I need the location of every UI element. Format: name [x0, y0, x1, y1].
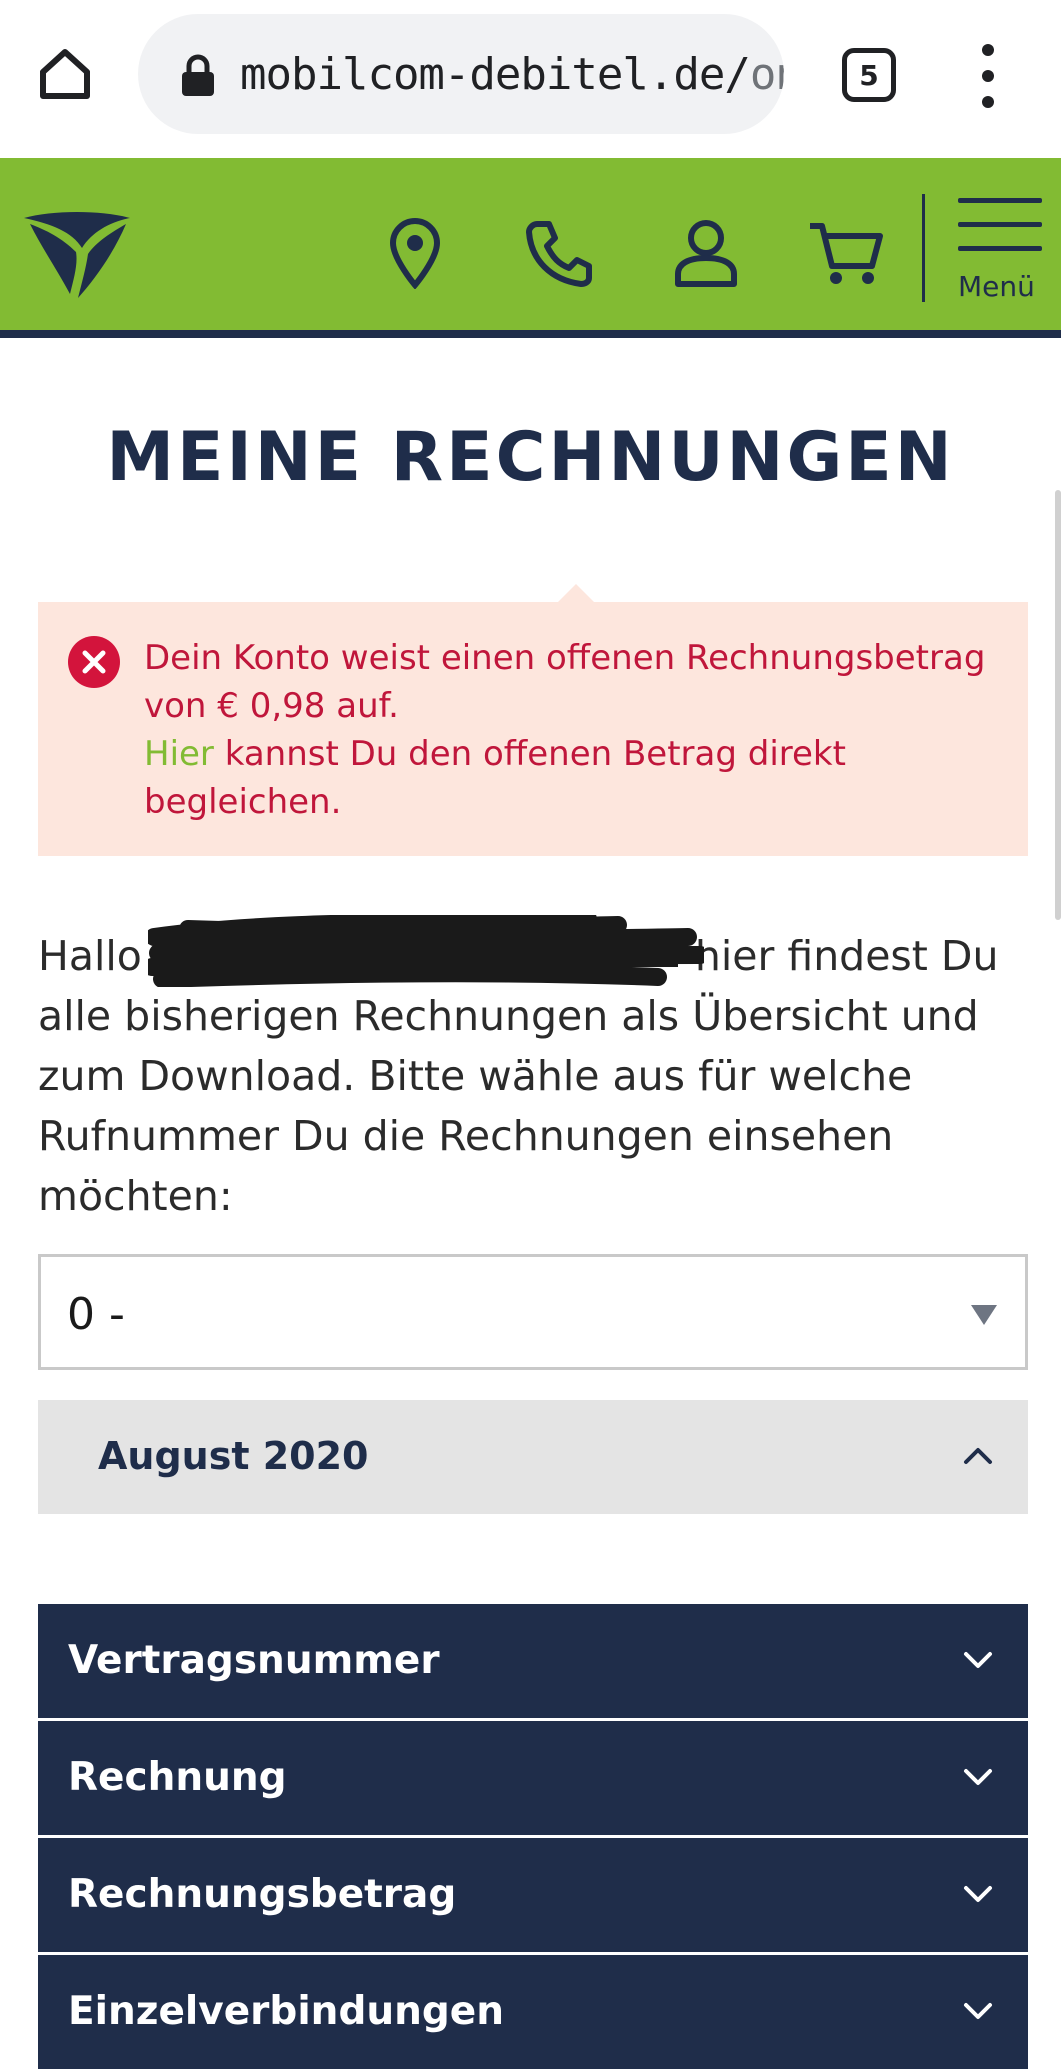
chevron-down-icon: [964, 1886, 992, 1902]
row-label: Vertragsnummer: [68, 1638, 440, 1683]
select-value: 0 -: [67, 1289, 125, 1340]
scrollbar[interactable]: [1055, 490, 1061, 920]
menu-button[interactable]: Menü: [950, 198, 1050, 308]
row-label: Rechnungsbetrag: [68, 1872, 457, 1917]
header-divider: [922, 194, 925, 302]
month-accordion-header[interactable]: August 2020: [38, 1400, 1028, 1514]
location-pin-icon[interactable]: [375, 213, 455, 293]
page-title: MEINE RECHNUNGEN: [106, 418, 955, 497]
phone-number-select[interactable]: 0 -: [38, 1254, 1028, 1370]
user-icon[interactable]: [666, 213, 746, 293]
tab-switcher-button[interactable]: 5: [842, 48, 896, 102]
detail-row-rechnungsbetrag[interactable]: Rechnungsbetrag: [38, 1838, 1028, 1952]
lock-icon: [180, 50, 216, 98]
alert-line-1: Dein Konto weist einen offenen Rechnungs…: [144, 638, 986, 726]
chevron-down-icon: [964, 2003, 992, 2019]
alert-notch: [558, 584, 594, 602]
pay-now-link[interactable]: Hier: [144, 734, 214, 774]
alert-message: Dein Konto weist einen offenen Rechnungs…: [144, 634, 1004, 826]
chevron-down-icon: [964, 1769, 992, 1785]
error-icon: [68, 636, 120, 688]
home-icon[interactable]: [30, 42, 100, 106]
site-header: Menü: [0, 158, 1061, 338]
chevron-down-icon: [964, 1652, 992, 1668]
address-bar[interactable]: mobilcom-debitel.de/on: [138, 14, 784, 134]
invoice-detail-list: Vertragsnummer Rechnung Rechnungsbetrag …: [38, 1604, 1028, 2072]
phone-icon[interactable]: [518, 213, 598, 293]
more-options-icon[interactable]: [968, 44, 1008, 108]
tab-count: 5: [859, 58, 879, 92]
brand-logo[interactable]: [22, 208, 132, 304]
cart-icon[interactable]: [806, 213, 886, 293]
detail-row-einzelverbindungen[interactable]: Einzelverbindungen: [38, 1955, 1028, 2069]
chevron-up-icon: [964, 1448, 992, 1464]
detail-row-vertragsnummer[interactable]: Vertragsnummer: [38, 1604, 1028, 1718]
hamburger-menu-icon: [950, 198, 1050, 251]
url-text: mobilcom-debitel.de/on: [240, 48, 784, 100]
browser-bar: mobilcom-debitel.de/on 5: [0, 0, 1061, 158]
greeting: Hallo: [38, 932, 142, 980]
alert-line-2: kannst Du den offenen Betrag direkt begl…: [144, 734, 846, 822]
row-label: Rechnung: [68, 1755, 287, 1800]
menu-label: Menü: [958, 270, 1035, 303]
row-label: Einzelverbindungen: [68, 1989, 505, 2034]
detail-row-rechnung[interactable]: Rechnung: [38, 1721, 1028, 1835]
caret-down-icon: [971, 1305, 997, 1325]
open-balance-alert: Dein Konto weist einen offenen Rechnungs…: [38, 584, 1028, 856]
month-label: August 2020: [98, 1434, 369, 1478]
redacted-name-scribble: [148, 915, 704, 987]
